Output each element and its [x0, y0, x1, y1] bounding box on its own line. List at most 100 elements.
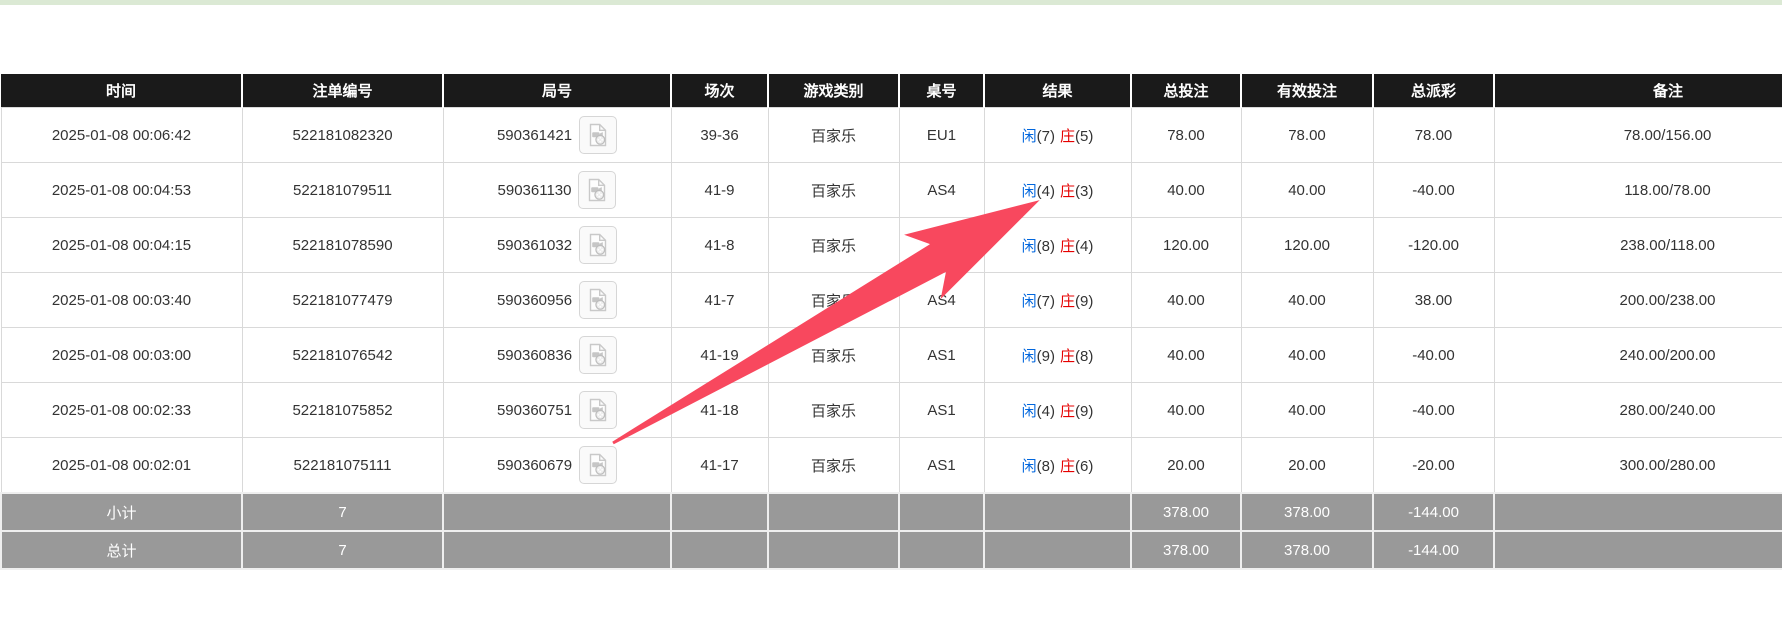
col-header-bet-id: 注单编号 — [242, 74, 443, 108]
video-record-button[interactable] — [579, 116, 617, 154]
cell-time: 2025-01-08 00:03:40 — [1, 273, 242, 328]
video-record-button[interactable] — [578, 171, 616, 209]
col-header-game-type: 游戏类别 — [768, 74, 899, 108]
cell-payout: -120.00 — [1373, 218, 1494, 273]
cell-game-type: 百家乐 — [768, 438, 899, 494]
cell-valid-bet: 40.00 — [1241, 383, 1373, 438]
video-record-button[interactable] — [579, 226, 617, 264]
cell-summary-empty — [768, 531, 899, 569]
cell-total-bet[interactable]: 20.00 — [1131, 438, 1241, 494]
cell-remark: 300.00/280.00 — [1494, 438, 1782, 494]
table-row: 2025-01-08 00:02:01 522181075111 5903606… — [1, 438, 1782, 494]
cell-round-id: 590361032 — [443, 218, 671, 273]
cell-time: 2025-01-08 00:06:42 — [1, 108, 242, 163]
video-record-icon — [586, 233, 610, 257]
cell-round-id: 590361130 — [443, 163, 671, 218]
cell-game-type: 百家乐 — [768, 108, 899, 163]
cell-result: 闲(8)庄(6) — [984, 438, 1131, 494]
cell-game-type: 百家乐 — [768, 328, 899, 383]
cell-summary-empty — [984, 493, 1131, 531]
cell-total-bet[interactable]: 40.00 — [1131, 273, 1241, 328]
banker-result-label: 庄 — [1060, 183, 1075, 200]
cell-table-no: AS4 — [899, 218, 984, 273]
cell-result: 闲(7)庄(5) — [984, 108, 1131, 163]
cell-total-bet[interactable]: 120.00 — [1131, 218, 1241, 273]
cell-session: 41-19 — [671, 328, 768, 383]
banker-result-score: (4) — [1075, 238, 1093, 255]
cell-remark: 118.00/78.00 — [1494, 163, 1782, 218]
player-result-label: 闲 — [1022, 403, 1037, 420]
cell-time: 2025-01-08 00:02:01 — [1, 438, 242, 494]
top-green-strip — [0, 0, 1782, 5]
cell-game-type: 百家乐 — [768, 163, 899, 218]
cell-summary-empty — [1494, 531, 1782, 569]
cell-round-id: 590360679 — [443, 438, 671, 494]
cell-session: 41-8 — [671, 218, 768, 273]
cell-round-id: 590360836 — [443, 328, 671, 383]
table-row: 2025-01-08 00:06:42 522181082320 5903614… — [1, 108, 1782, 163]
cell-payout: -20.00 — [1373, 438, 1494, 494]
video-record-button[interactable] — [579, 336, 617, 374]
video-record-button[interactable] — [579, 281, 617, 319]
banker-result-score: (6) — [1075, 458, 1093, 475]
banker-result-score: (9) — [1075, 293, 1093, 310]
cell-bet-id: 522181076542 — [242, 328, 443, 383]
player-result-score: (7) — [1037, 128, 1055, 145]
cell-remark: 200.00/238.00 — [1494, 273, 1782, 328]
video-record-button[interactable] — [579, 446, 617, 484]
cell-summary-total-bet: 378.00 — [1131, 531, 1241, 569]
cell-summary-empty — [671, 493, 768, 531]
cell-total-bet[interactable]: 40.00 — [1131, 328, 1241, 383]
table-row: 2025-01-08 00:02:33 522181075852 5903607… — [1, 383, 1782, 438]
player-result-label: 闲 — [1022, 458, 1037, 475]
cell-payout: 38.00 — [1373, 273, 1494, 328]
cell-bet-id: 522181077479 — [242, 273, 443, 328]
cell-remark: 78.00/156.00 — [1494, 108, 1782, 163]
col-header-time: 时间 — [1, 74, 242, 108]
table-row: 2025-01-08 00:03:40 522181077479 5903609… — [1, 273, 1782, 328]
cell-total-bet[interactable]: 40.00 — [1131, 383, 1241, 438]
cell-valid-bet: 40.00 — [1241, 273, 1373, 328]
banker-result-label: 庄 — [1060, 293, 1075, 310]
cell-table-no: AS1 — [899, 328, 984, 383]
cell-session: 41-9 — [671, 163, 768, 218]
cell-result: 闲(7)庄(9) — [984, 273, 1131, 328]
summary-row: 小计 7 378.00 378.00 -144.00 — [1, 493, 1782, 531]
cell-payout: -40.00 — [1373, 328, 1494, 383]
video-record-button[interactable] — [579, 391, 617, 429]
cell-valid-bet: 78.00 — [1241, 108, 1373, 163]
banker-result-score: (8) — [1075, 348, 1093, 365]
banker-result-score: (5) — [1075, 128, 1093, 145]
cell-summary-count: 7 — [242, 493, 443, 531]
banker-result-label: 庄 — [1060, 348, 1075, 365]
cell-payout: -40.00 — [1373, 163, 1494, 218]
cell-result: 闲(8)庄(4) — [984, 218, 1131, 273]
player-result-score: (8) — [1037, 458, 1055, 475]
cell-table-no: AS4 — [899, 163, 984, 218]
cell-payout: -40.00 — [1373, 383, 1494, 438]
cell-total-bet[interactable]: 78.00 — [1131, 108, 1241, 163]
banker-result-score: (3) — [1075, 183, 1093, 200]
round-id-text: 590361032 — [497, 237, 572, 254]
cell-game-type: 百家乐 — [768, 218, 899, 273]
player-result-score: (7) — [1037, 293, 1055, 310]
cell-remark: 238.00/118.00 — [1494, 218, 1782, 273]
cell-total-bet[interactable]: 40.00 — [1131, 163, 1241, 218]
cell-time: 2025-01-08 00:02:33 — [1, 383, 242, 438]
table-header-row: 时间 注单编号 局号 场次 游戏类别 桌号 结果 总投注 有效投注 总派彩 备注 — [1, 74, 1782, 108]
cell-bet-id: 522181079511 — [242, 163, 443, 218]
table-row: 2025-01-08 00:04:53 522181079511 5903611… — [1, 163, 1782, 218]
cell-time: 2025-01-08 00:04:15 — [1, 218, 242, 273]
cell-summary-label: 总计 — [1, 531, 242, 569]
cell-summary-empty — [443, 531, 671, 569]
col-header-session: 场次 — [671, 74, 768, 108]
round-id-text: 590360751 — [497, 402, 572, 419]
cell-bet-id: 522181075111 — [242, 438, 443, 494]
cell-valid-bet: 40.00 — [1241, 163, 1373, 218]
round-id-text: 590360679 — [497, 457, 572, 474]
col-header-result: 结果 — [984, 74, 1131, 108]
cell-round-id: 590360751 — [443, 383, 671, 438]
cell-table-no: AS1 — [899, 383, 984, 438]
cell-summary-empty — [899, 493, 984, 531]
cell-time: 2025-01-08 00:03:00 — [1, 328, 242, 383]
